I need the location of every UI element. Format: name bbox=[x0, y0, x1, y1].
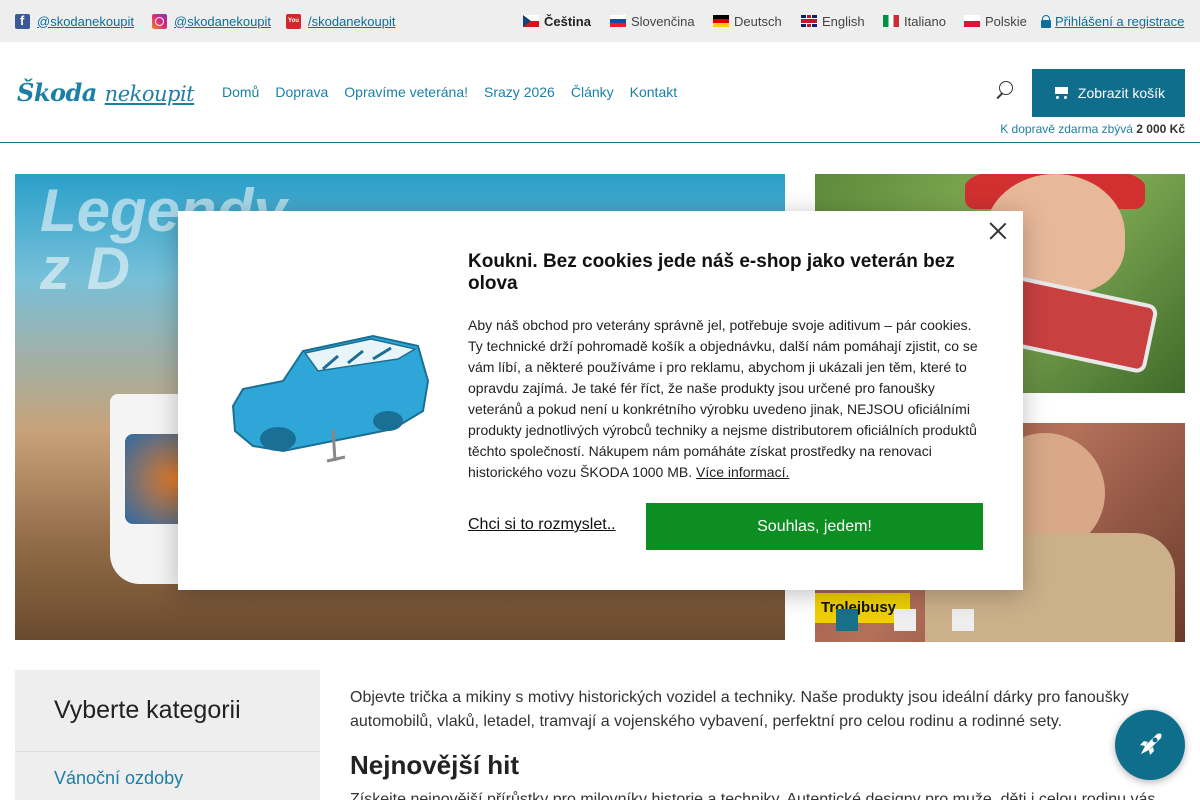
flag-sk-icon bbox=[610, 15, 626, 27]
nav-contact[interactable]: Kontakt bbox=[630, 84, 677, 100]
facebook-link[interactable]: @skodanekoupit bbox=[15, 0, 134, 42]
flag-gb-icon bbox=[801, 15, 817, 27]
lang-pl[interactable]: Polskie bbox=[964, 0, 1027, 42]
facebook-handle[interactable]: @skodanekoupit bbox=[37, 14, 134, 29]
facebook-icon bbox=[15, 13, 30, 29]
lang-en[interactable]: English bbox=[801, 0, 865, 42]
site-header: Škoda nekoupit Domů Doprava Opravíme vet… bbox=[0, 42, 1200, 143]
free-shipping-note: K dopravě zdarma zbývá 2 000 Kč bbox=[1000, 122, 1185, 136]
category-title: Vyberte kategorii bbox=[54, 696, 241, 724]
nav-shipping[interactable]: Doprava bbox=[275, 84, 328, 100]
lang-de[interactable]: Deutsch bbox=[713, 0, 782, 42]
youtube-icon: You bbox=[286, 13, 301, 29]
divider bbox=[15, 751, 320, 752]
view-cart-button[interactable]: Zobrazit košík bbox=[1032, 69, 1185, 117]
main-nav: Domů Doprava Opravíme veterána! Srazy 20… bbox=[222, 84, 677, 100]
more-info-link[interactable]: Více informací. bbox=[696, 464, 789, 480]
lang-label: English bbox=[822, 13, 865, 29]
lock-icon bbox=[1041, 14, 1051, 28]
nav-repair[interactable]: Opravíme veterána! bbox=[344, 84, 468, 100]
section-heading: Nejnovější hit bbox=[350, 750, 520, 780]
decide-later-link[interactable]: Chci si to rozmyslet.. bbox=[468, 516, 616, 534]
nav-articles[interactable]: Články bbox=[571, 84, 614, 100]
instagram-icon bbox=[152, 13, 167, 29]
close-icon[interactable] bbox=[988, 221, 1008, 241]
lang-cs[interactable]: Čeština bbox=[523, 0, 591, 42]
cart-icon bbox=[1052, 85, 1070, 101]
cookie-body: Aby náš obchod pro veterány správně jel,… bbox=[468, 315, 988, 483]
flag-pl-icon bbox=[964, 15, 980, 27]
lang-label: Slovenčina bbox=[631, 13, 695, 29]
logo-part2: nekoupit bbox=[104, 82, 195, 106]
slider-dot-1[interactable] bbox=[836, 609, 858, 631]
section-text: Získejte nejnovější přírůstky pro milovn… bbox=[350, 791, 1156, 800]
login-link[interactable]: Přihlášení a registrace bbox=[1041, 0, 1184, 42]
cookie-body-text: Aby náš obchod pro veterány správně jel,… bbox=[468, 317, 978, 480]
site-logo[interactable]: Škoda nekoupit bbox=[17, 78, 195, 107]
rocket-icon bbox=[1140, 733, 1162, 755]
lang-it[interactable]: Italiano bbox=[883, 0, 946, 42]
flag-cz-icon bbox=[523, 15, 539, 27]
top-bar: @skodanekoupit @skodanekoupit You /skoda… bbox=[0, 0, 1200, 42]
accept-cookies-button[interactable]: Souhlas, jedem! bbox=[646, 503, 983, 550]
youtube-handle[interactable]: /skodanekoupit bbox=[308, 14, 395, 29]
cookie-modal: Koukni. Bez cookies jede náš e-shop jako… bbox=[178, 211, 1023, 590]
slider-dot-3[interactable] bbox=[952, 609, 974, 631]
category-item[interactable]: Vánoční ozdoby bbox=[54, 768, 183, 789]
instagram-link[interactable]: @skodanekoupit bbox=[152, 0, 271, 42]
chat-button[interactable] bbox=[1115, 710, 1185, 780]
youtube-link[interactable]: You /skodanekoupit bbox=[286, 0, 395, 42]
lang-sk[interactable]: Slovenčina bbox=[610, 0, 695, 42]
view-cart-label: Zobrazit košík bbox=[1077, 85, 1166, 101]
flag-it-icon bbox=[883, 15, 899, 27]
shipping-amount: 2 000 Kč bbox=[1136, 122, 1185, 136]
slider-dot-2[interactable] bbox=[894, 609, 916, 631]
lang-label: Čeština bbox=[544, 13, 591, 29]
flag-de-icon bbox=[713, 15, 729, 27]
intro-text: Objevte trička a mikiny s motivy histori… bbox=[350, 689, 1129, 730]
shipping-prefix: K dopravě zdarma zbývá bbox=[1000, 122, 1133, 136]
lang-label: Deutsch bbox=[734, 13, 782, 29]
lang-label: Italiano bbox=[904, 13, 946, 29]
nav-home[interactable]: Domů bbox=[222, 84, 259, 100]
category-box: Vyberte kategorii Vánoční ozdoby bbox=[15, 670, 320, 800]
lang-label: Polskie bbox=[985, 13, 1027, 29]
car-body-image bbox=[231, 334, 430, 463]
login-label[interactable]: Přihlášení a registrace bbox=[1055, 14, 1184, 29]
search-icon[interactable] bbox=[995, 80, 1015, 100]
logo-part1: Škoda bbox=[17, 78, 97, 107]
instagram-handle[interactable]: @skodanekoupit bbox=[174, 14, 271, 29]
cookie-title: Koukni. Bez cookies jede náš e-shop jako… bbox=[468, 251, 955, 294]
nav-meetups[interactable]: Srazy 2026 bbox=[484, 84, 555, 100]
